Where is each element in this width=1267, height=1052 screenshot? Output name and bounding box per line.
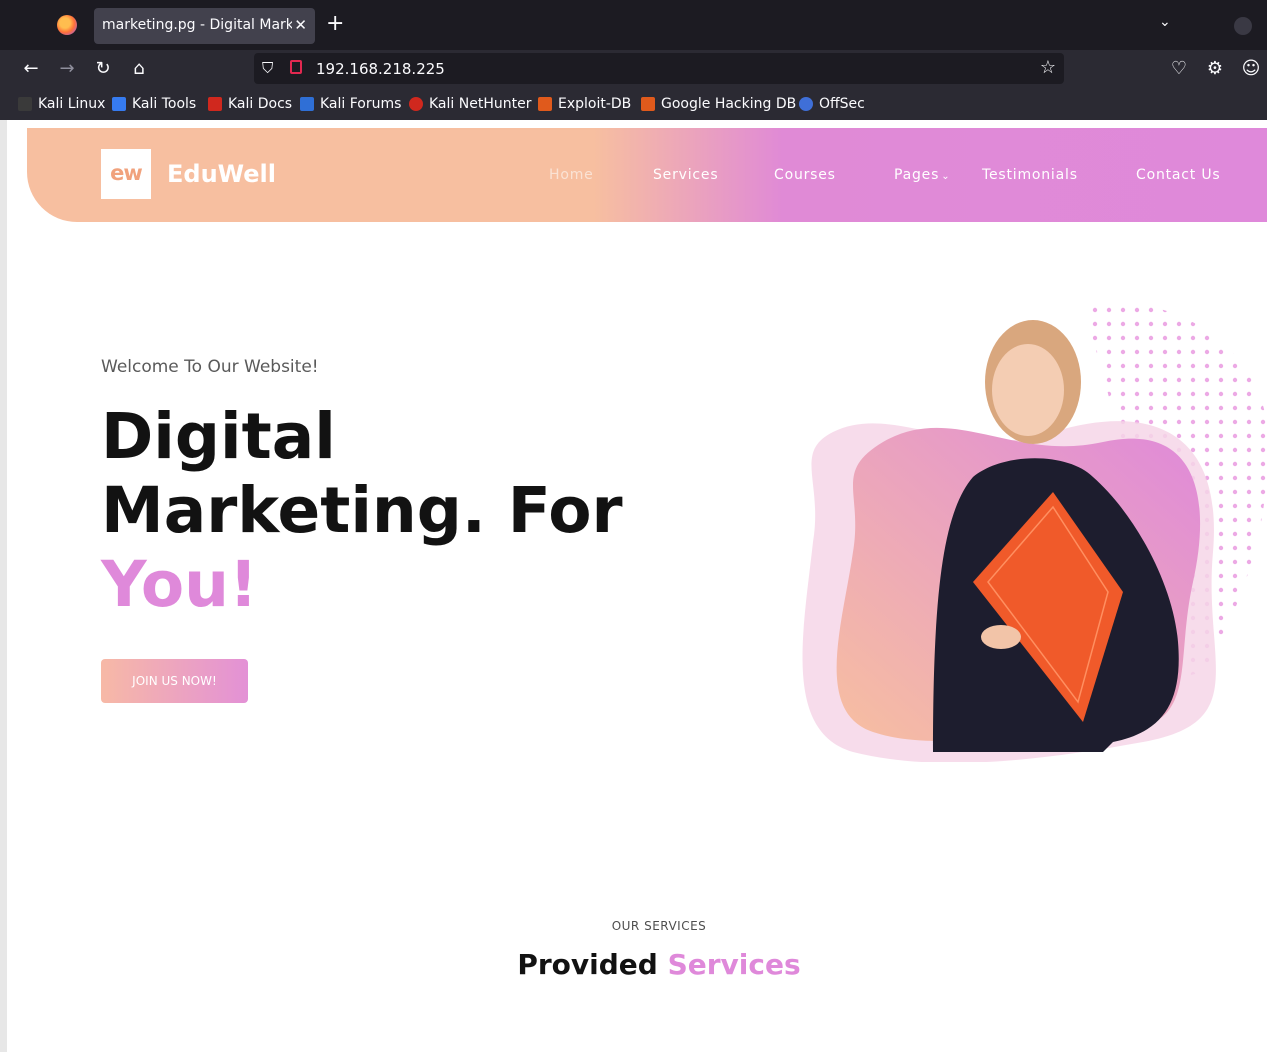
bookmark-exploit-db[interactable]: Exploit-DB — [538, 95, 631, 113]
bookmark-kali-linux[interactable]: Kali Linux — [18, 95, 105, 113]
services-eyebrow: OUR SERVICES — [611, 919, 707, 933]
active-tab[interactable]: marketing.pg - Digital Marketing ✕ — [94, 8, 315, 44]
url-bar[interactable]: ⛉ 192.168.218.225 ☆ — [254, 53, 1064, 84]
services-title-plain: Provided — [517, 948, 658, 981]
offsec-icon — [799, 97, 813, 111]
nav-testimonials[interactable]: Testimonials — [982, 167, 1078, 183]
exploit-db-icon — [538, 97, 552, 111]
list-all-tabs-icon[interactable]: ⌄ — [1159, 14, 1171, 30]
site-logo[interactable]: ew — [101, 149, 151, 199]
forward-icon[interactable]: → — [56, 58, 78, 80]
bookmark-label: OffSec — [819, 96, 865, 112]
pocket-icon[interactable]: ♡ — [1168, 58, 1190, 80]
account-icon[interactable]: ☺ — [1240, 58, 1262, 80]
bookmark-label: Kali Tools — [132, 96, 197, 112]
bookmark-kali-tools[interactable]: Kali Tools — [112, 95, 196, 113]
nav-courses[interactable]: Courses — [774, 167, 836, 183]
bookmark-label: Kali Linux — [38, 96, 106, 112]
nav-services[interactable]: Services — [653, 167, 718, 183]
nethunter-icon — [409, 97, 423, 111]
hero-illustration — [802, 301, 1267, 762]
new-tab-button[interactable]: + — [326, 13, 344, 35]
screen: marketing.pg - Digital Marketing ✕ + ⌄ ←… — [0, 0, 1267, 1052]
brand-name[interactable]: EduWell — [167, 160, 276, 188]
bookmark-label: Exploit-DB — [558, 96, 632, 112]
tab-title: marketing.pg - Digital Marketing — [102, 17, 292, 33]
bookmark-star-icon[interactable]: ☆ — [1040, 57, 1056, 78]
bookmark-kali-nethunter[interactable]: Kali NetHunter — [409, 95, 531, 113]
hero-title-accent: You! — [101, 548, 258, 621]
firefox-logo-icon[interactable] — [57, 15, 77, 35]
bookmark-kali-docs[interactable]: Kali Docs — [208, 95, 292, 113]
insecure-lock-icon[interactable] — [290, 60, 302, 74]
hero-title-line2: Marketing. For — [101, 474, 623, 547]
extensions-icon[interactable]: ⚙ — [1204, 58, 1226, 80]
hero-welcome: Welcome To Our Website! — [101, 357, 319, 377]
kali-forums-icon — [300, 97, 314, 111]
minimize-window-button[interactable] — [1234, 17, 1252, 35]
reload-icon[interactable]: ↻ — [92, 58, 114, 80]
nav-contact-us[interactable]: Contact Us — [1136, 167, 1220, 183]
kali-tools-icon — [112, 97, 126, 111]
services-title-accent: Services — [667, 948, 801, 981]
ghdb-icon — [641, 97, 655, 111]
nav-home[interactable]: Home — [549, 167, 594, 183]
kali-docs-icon — [208, 97, 222, 111]
url-text[interactable]: 192.168.218.225 — [316, 60, 445, 78]
home-icon[interactable]: ⌂ — [128, 58, 150, 80]
site-header: ew EduWell Home Services Courses Pages ⌄ … — [27, 128, 1267, 222]
services-title: Provided Services — [7, 948, 1267, 981]
bookmark-label: Kali Forums — [320, 96, 402, 112]
kali-dragon-icon — [18, 97, 32, 111]
tracking-protection-shield-icon[interactable]: ⛉ — [262, 59, 273, 77]
window-edge — [0, 120, 7, 1052]
bookmark-label: Google Hacking DB — [661, 96, 797, 112]
back-icon[interactable]: ← — [20, 58, 42, 80]
hand — [981, 625, 1021, 649]
bookmark-label: Kali Docs — [228, 96, 293, 112]
navigation-toolbar: ← → ↻ ⌂ ⛉ 192.168.218.225 ☆ ♡ ⚙ ☺ — [0, 50, 1267, 88]
chevron-down-icon: ⌄ — [941, 171, 951, 182]
bookmarks-toolbar: Kali Linux Kali Tools Kali Docs Kali For… — [0, 88, 1267, 120]
web-page: ew EduWell Home Services Courses Pages ⌄ … — [7, 120, 1267, 1052]
nav-pages-label: Pages — [894, 167, 940, 183]
tab-bar: marketing.pg - Digital Marketing ✕ + ⌄ — [0, 0, 1267, 50]
close-tab-icon[interactable]: ✕ — [294, 16, 307, 34]
hero-title-line1: Digital — [101, 400, 336, 473]
bookmark-kali-forums[interactable]: Kali Forums — [300, 95, 401, 113]
bookmark-offsec[interactable]: OffSec — [799, 95, 865, 113]
hero-title: Digital Marketing. For You! — [101, 400, 623, 622]
bookmark-google-hacking-db[interactable]: Google Hacking DB — [641, 95, 796, 113]
nav-pages[interactable]: Pages ⌄ — [894, 167, 950, 183]
bookmark-label: Kali NetHunter — [429, 96, 532, 112]
join-us-button[interactable]: JOIN US NOW! — [101, 659, 248, 703]
face — [992, 344, 1064, 436]
logo-mark: ew — [110, 161, 143, 185]
